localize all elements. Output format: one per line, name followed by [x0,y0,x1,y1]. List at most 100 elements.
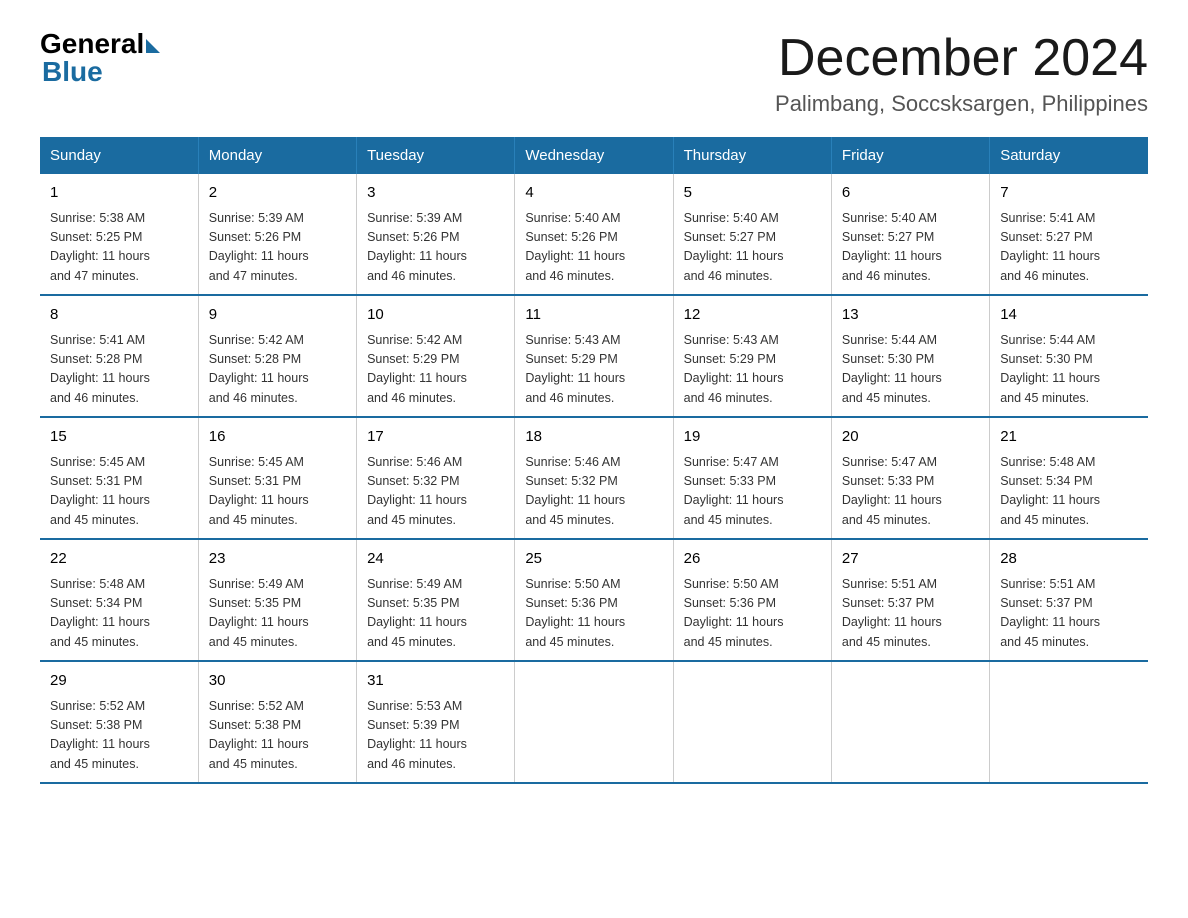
day-sun-info: Sunrise: 5:41 AM Sunset: 5:27 PM Dayligh… [1000,209,1138,287]
day-number: 10 [367,304,504,327]
day-sun-info: Sunrise: 5:40 AM Sunset: 5:26 PM Dayligh… [525,209,662,287]
day-sun-info: Sunrise: 5:46 AM Sunset: 5:32 PM Dayligh… [525,453,662,531]
day-sun-info: Sunrise: 5:42 AM Sunset: 5:29 PM Dayligh… [367,331,504,409]
day-number: 24 [367,548,504,571]
day-sun-info: Sunrise: 5:38 AM Sunset: 5:25 PM Dayligh… [50,209,188,287]
calendar-day-cell: 31 Sunrise: 5:53 AM Sunset: 5:39 PM Dayli… [357,661,515,783]
calendar-day-cell: 17 Sunrise: 5:46 AM Sunset: 5:32 PM Dayli… [357,417,515,539]
logo-general-text: General [40,30,144,58]
day-sun-info: Sunrise: 5:50 AM Sunset: 5:36 PM Dayligh… [684,575,821,653]
calendar-day-cell: 1Sunrise: 5:38 AM Sunset: 5:25 PM Daylig… [40,174,198,295]
day-number: 17 [367,426,504,449]
day-number: 20 [842,426,979,449]
day-sun-info: Sunrise: 5:44 AM Sunset: 5:30 PM Dayligh… [842,331,979,409]
calendar-header-row: SundayMondayTuesdayWednesdayThursdayFrid… [40,137,1148,174]
day-number: 28 [1000,548,1138,571]
day-sun-info: Sunrise: 5:49 AM Sunset: 5:35 PM Dayligh… [367,575,504,653]
day-sun-info: Sunrise: 5:48 AM Sunset: 5:34 PM Dayligh… [50,575,188,653]
calendar-week-row: 8Sunrise: 5:41 AM Sunset: 5:28 PM Daylig… [40,295,1148,417]
calendar-day-cell: 3 Sunrise: 5:39 AM Sunset: 5:26 PM Daylig… [357,174,515,295]
day-sun-info: Sunrise: 5:47 AM Sunset: 5:33 PM Dayligh… [842,453,979,531]
day-number: 22 [50,548,188,571]
day-number: 9 [209,304,346,327]
calendar-day-cell: 2Sunrise: 5:39 AM Sunset: 5:26 PM Daylig… [198,174,356,295]
calendar-day-header: Monday [198,137,356,174]
calendar-day-cell: 21 Sunrise: 5:48 AM Sunset: 5:34 PM Dayli… [990,417,1148,539]
logo-blue-text: Blue [42,56,103,88]
calendar-day-cell: 22 Sunrise: 5:48 AM Sunset: 5:34 PM Dayli… [40,539,198,661]
day-number: 4 [525,182,662,205]
calendar-day-header: Friday [831,137,989,174]
day-sun-info: Sunrise: 5:52 AM Sunset: 5:38 PM Dayligh… [50,697,188,775]
calendar-day-cell: 28 Sunrise: 5:51 AM Sunset: 5:37 PM Dayli… [990,539,1148,661]
day-number: 23 [209,548,346,571]
calendar-day-cell: 12 Sunrise: 5:43 AM Sunset: 5:29 PM Dayli… [673,295,831,417]
calendar-day-cell: 9 Sunrise: 5:42 AM Sunset: 5:28 PM Daylig… [198,295,356,417]
calendar-day-cell: 6 Sunrise: 5:40 AM Sunset: 5:27 PM Daylig… [831,174,989,295]
calendar-day-cell [515,661,673,783]
calendar-day-cell [831,661,989,783]
day-number: 18 [525,426,662,449]
day-number: 3 [367,182,504,205]
day-number: 13 [842,304,979,327]
day-sun-info: Sunrise: 5:51 AM Sunset: 5:37 PM Dayligh… [1000,575,1138,653]
day-number: 12 [684,304,821,327]
calendar-day-cell: 13 Sunrise: 5:44 AM Sunset: 5:30 PM Dayli… [831,295,989,417]
calendar-day-cell [990,661,1148,783]
day-sun-info: Sunrise: 5:39 AM Sunset: 5:26 PM Dayligh… [367,209,504,287]
day-sun-info: Sunrise: 5:52 AM Sunset: 5:38 PM Dayligh… [209,697,346,775]
day-sun-info: Sunrise: 5:48 AM Sunset: 5:34 PM Dayligh… [1000,453,1138,531]
calendar-day-cell: 5Sunrise: 5:40 AM Sunset: 5:27 PM Daylig… [673,174,831,295]
calendar-day-cell: 23 Sunrise: 5:49 AM Sunset: 5:35 PM Dayli… [198,539,356,661]
calendar-day-cell: 18 Sunrise: 5:46 AM Sunset: 5:32 PM Dayli… [515,417,673,539]
calendar-day-cell: 11Sunrise: 5:43 AM Sunset: 5:29 PM Dayli… [515,295,673,417]
calendar-week-row: 29Sunrise: 5:52 AM Sunset: 5:38 PM Dayli… [40,661,1148,783]
calendar-day-cell: 30 Sunrise: 5:52 AM Sunset: 5:38 PM Dayli… [198,661,356,783]
calendar-day-header: Thursday [673,137,831,174]
calendar-day-cell: 8Sunrise: 5:41 AM Sunset: 5:28 PM Daylig… [40,295,198,417]
calendar-day-cell: 24 Sunrise: 5:49 AM Sunset: 5:35 PM Dayli… [357,539,515,661]
day-sun-info: Sunrise: 5:53 AM Sunset: 5:39 PM Dayligh… [367,697,504,775]
title-section: December 2024 Palimbang, Soccsksargen, P… [775,30,1148,117]
day-sun-info: Sunrise: 5:45 AM Sunset: 5:31 PM Dayligh… [209,453,346,531]
day-sun-info: Sunrise: 5:47 AM Sunset: 5:33 PM Dayligh… [684,453,821,531]
day-number: 25 [525,548,662,571]
day-number: 27 [842,548,979,571]
day-sun-info: Sunrise: 5:42 AM Sunset: 5:28 PM Dayligh… [209,331,346,409]
month-title: December 2024 [775,30,1148,87]
day-sun-info: Sunrise: 5:46 AM Sunset: 5:32 PM Dayligh… [367,453,504,531]
logo: General Blue [40,30,160,88]
calendar-day-header: Wednesday [515,137,673,174]
calendar-week-row: 1Sunrise: 5:38 AM Sunset: 5:25 PM Daylig… [40,174,1148,295]
calendar-week-row: 15 Sunrise: 5:45 AM Sunset: 5:31 PM Dayli… [40,417,1148,539]
calendar-day-cell: 27 Sunrise: 5:51 AM Sunset: 5:37 PM Dayli… [831,539,989,661]
day-number: 19 [684,426,821,449]
day-number: 11 [525,304,662,327]
calendar-day-cell: 16Sunrise: 5:45 AM Sunset: 5:31 PM Dayli… [198,417,356,539]
calendar-day-header: Tuesday [357,137,515,174]
calendar-day-cell: 29Sunrise: 5:52 AM Sunset: 5:38 PM Dayli… [40,661,198,783]
day-sun-info: Sunrise: 5:45 AM Sunset: 5:31 PM Dayligh… [50,453,188,531]
calendar-table: SundayMondayTuesdayWednesdayThursdayFrid… [40,137,1148,784]
page-header: General Blue December 2024 Palimbang, So… [40,30,1148,117]
calendar-day-cell: 19 Sunrise: 5:47 AM Sunset: 5:33 PM Dayli… [673,417,831,539]
day-sun-info: Sunrise: 5:50 AM Sunset: 5:36 PM Dayligh… [525,575,662,653]
calendar-day-cell: 26Sunrise: 5:50 AM Sunset: 5:36 PM Dayli… [673,539,831,661]
day-sun-info: Sunrise: 5:44 AM Sunset: 5:30 PM Dayligh… [1000,331,1138,409]
day-number: 14 [1000,304,1138,327]
calendar-day-cell: 4 Sunrise: 5:40 AM Sunset: 5:26 PM Daylig… [515,174,673,295]
day-number: 8 [50,304,188,327]
day-sun-info: Sunrise: 5:43 AM Sunset: 5:29 PM Dayligh… [684,331,821,409]
day-sun-info: Sunrise: 5:49 AM Sunset: 5:35 PM Dayligh… [209,575,346,653]
calendar-day-cell: 25 Sunrise: 5:50 AM Sunset: 5:36 PM Dayli… [515,539,673,661]
day-sun-info: Sunrise: 5:39 AM Sunset: 5:26 PM Dayligh… [209,209,346,287]
day-number: 31 [367,670,504,693]
day-number: 21 [1000,426,1138,449]
day-sun-info: Sunrise: 5:40 AM Sunset: 5:27 PM Dayligh… [842,209,979,287]
day-number: 30 [209,670,346,693]
calendar-day-cell: 14 Sunrise: 5:44 AM Sunset: 5:30 PM Dayli… [990,295,1148,417]
day-sun-info: Sunrise: 5:51 AM Sunset: 5:37 PM Dayligh… [842,575,979,653]
day-number: 6 [842,182,979,205]
calendar-day-header: Saturday [990,137,1148,174]
day-number: 15 [50,426,188,449]
